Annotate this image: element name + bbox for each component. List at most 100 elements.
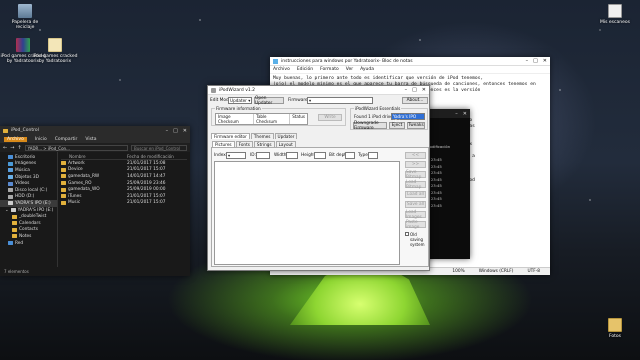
close-icon[interactable]: ✕	[183, 128, 187, 134]
menu-edicion[interactable]: Edición	[297, 67, 313, 72]
explorer-titlebar[interactable]: iPod_Control – □ ✕	[0, 126, 190, 135]
nav-item-hdd[interactable]: HDD (D:)	[0, 194, 57, 201]
eject-button[interactable]: Eject	[389, 122, 405, 129]
address-path[interactable]: YADR... > iPod_Con...	[24, 144, 128, 151]
nav-item-musica[interactable]: Música	[0, 167, 57, 174]
chevron-down-icon[interactable]: ⌄	[5, 208, 9, 213]
menu-ayuda[interactable]: Ayuda	[360, 67, 374, 72]
ribbon-tab-inicio[interactable]: Inicio	[35, 137, 47, 142]
nav-item-escritorio[interactable]: Escritorio	[0, 154, 57, 161]
minimize-icon[interactable]: –	[405, 87, 408, 93]
pictures-panel: Index: ▾ ID: Width: Height: Bit depth: T…	[211, 147, 429, 267]
col-status[interactable]: Status	[290, 114, 307, 124]
save-all-button[interactable]: Save all	[405, 201, 426, 208]
file-row[interactable]: Device 21/01/2017 15:07	[61, 167, 187, 174]
tab-themes[interactable]: Themes	[250, 133, 274, 139]
type-field[interactable]	[368, 152, 378, 159]
nav-item-red[interactable]: Red	[0, 240, 57, 247]
music-icon	[8, 168, 13, 173]
desktop-icon-mis-escaneos[interactable]: Mis escaneos	[592, 4, 638, 25]
file-row[interactable]: iTunes 21/01/2017 15:07	[61, 193, 187, 200]
drive-icon	[8, 188, 13, 193]
minimize-icon[interactable]: –	[166, 128, 169, 134]
load-images-button[interactable]: Load Images	[405, 210, 426, 220]
forward-arrow-icon[interactable]: →	[10, 145, 14, 151]
maximize-icon[interactable]: □	[533, 58, 538, 64]
bit-depth-field[interactable]	[345, 152, 355, 159]
close-icon[interactable]: ✕	[543, 58, 547, 64]
ribbon-tab-archivo[interactable]: Archivo	[4, 136, 27, 142]
col-table-checksum[interactable]: Table Checksum	[254, 114, 291, 124]
file-row[interactable]: gamedata_WO 25/09/2019 00:00	[61, 186, 187, 193]
minimize-icon[interactable]: –	[526, 58, 529, 64]
column-header-date[interactable]: Fecha de modificación	[127, 154, 174, 159]
file-row[interactable]: gamedata_RW 14/01/2017 14:47	[61, 173, 187, 180]
about-button[interactable]: About...	[402, 97, 428, 104]
old-saving-label: Old saving system	[410, 232, 425, 247]
desktop-icon-recycle-bin[interactable]: Papelera de reciclaje	[2, 4, 48, 30]
drive-icon	[8, 194, 13, 199]
save-bitmap-button[interactable]: Save Bitmap	[405, 170, 426, 180]
prev-button[interactable]: <<	[405, 152, 426, 159]
ribbon-tab-vista[interactable]: Vista	[85, 137, 96, 142]
picture-preview-area[interactable]	[214, 161, 400, 265]
nav-item-doubletwist[interactable]: _doubleTwist	[0, 213, 57, 220]
menu-archivo[interactable]: Archivo	[273, 67, 290, 72]
downgrade-firmware-button[interactable]: Downgrade Firmware	[353, 121, 387, 131]
nav-item-videos[interactable]: Vídeos	[0, 180, 57, 187]
close-icon[interactable]: ✕	[463, 111, 467, 117]
height-field[interactable]	[314, 152, 326, 159]
tab-updater[interactable]: Updater	[274, 133, 298, 139]
old-saving-checkbox-row[interactable]: Old saving system	[405, 232, 429, 247]
tweaks-button[interactable]: Tweaks	[407, 122, 425, 129]
ipodwizard-titlebar[interactable]: iPodWizard v1.2 – □ ✕	[208, 86, 429, 95]
close-icon[interactable]: ✕	[422, 87, 426, 93]
nav-item-calendars[interactable]: Calendars	[0, 220, 57, 227]
open-updater-button[interactable]: Open Updater	[254, 96, 284, 106]
line-ending: Windows (CRLF)	[478, 269, 514, 274]
load-bitmap-button[interactable]: Load Bitmap	[405, 180, 426, 190]
next-button[interactable]: >>	[405, 161, 426, 168]
write-button[interactable]: Write	[318, 114, 342, 121]
nav-item-ipod-drive-expanded[interactable]: ⌄ YADRA'S IPO (E:)	[0, 207, 57, 214]
up-arrow-icon[interactable]: ↑	[17, 145, 21, 151]
ipod-drive-icon	[10, 208, 16, 213]
nav-item-objetos-3d[interactable]: Objetos 3D	[0, 174, 57, 181]
nav-item-notes[interactable]: Notes	[0, 233, 57, 240]
desktop-icon-fotos[interactable]: Fotos	[592, 318, 638, 339]
desktop-icon-ipod-games-folder[interactable]: iPod games cracked by Yadratoorix	[32, 38, 78, 64]
menu-ver[interactable]: Ver	[346, 67, 353, 72]
maximize-icon[interactable]: □	[173, 128, 178, 134]
folder-icon	[61, 200, 66, 205]
nav-item-ipod-drive[interactable]: YADRA'S IPO (E:)	[0, 200, 57, 207]
file-row[interactable]: Artwork 21/01/2017 15:08	[61, 160, 187, 167]
maximize-icon[interactable]: □	[412, 87, 417, 93]
id-field[interactable]	[256, 152, 270, 159]
ipodwizard-window[interactable]: iPodWizard v1.2 – □ ✕ Edit Mode: Updater ▾…	[207, 85, 430, 271]
nav-item-imagenes[interactable]: Imágenes	[0, 161, 57, 168]
ipod-drive-select[interactable]: Yadra's IPO (E:)	[391, 113, 425, 124]
paste-image-button[interactable]: Paste image	[405, 220, 426, 230]
file-explorer-window[interactable]: iPod_Control – □ ✕ Archivo Inicio Comparti…	[0, 126, 190, 276]
width-field[interactable]	[286, 152, 298, 159]
index-select[interactable]: ▾	[226, 152, 246, 159]
edit-mode-select[interactable]: Updater ▾	[228, 97, 252, 104]
menu-formato[interactable]: Formato	[320, 67, 339, 72]
file-row[interactable]: Games_RO 25/09/2019 23:46	[61, 180, 187, 187]
back-arrow-icon[interactable]: ←	[3, 145, 7, 151]
nav-item-contacts[interactable]: Contacts	[0, 227, 57, 234]
firmware-select[interactable]: ▾	[307, 97, 373, 104]
file-row[interactable]: Music 21/01/2017 15:07	[61, 200, 187, 207]
column-header-name[interactable]: Nombre	[61, 154, 127, 159]
minimize-icon[interactable]: –	[455, 111, 458, 117]
nav-item-disco-local[interactable]: Disco local (C:)	[0, 187, 57, 194]
load-all-button[interactable]: Load all	[405, 191, 426, 198]
ribbon-tab-compartir[interactable]: Compartir	[55, 137, 78, 142]
explorer-search-input[interactable]: Buscar en iPod_Control	[131, 144, 187, 151]
firmware-info-table[interactable]: Image Checksum Table Checksum Status	[215, 113, 308, 125]
tab-firmware-editor[interactable]: Firmware editor	[211, 133, 250, 139]
folder-icon	[3, 128, 8, 133]
notepad-titlebar[interactable]: instrucciones para windows por Yadratoor…	[270, 57, 550, 66]
col-image-checksum[interactable]: Image Checksum	[216, 114, 255, 124]
old-saving-checkbox[interactable]	[405, 232, 409, 236]
